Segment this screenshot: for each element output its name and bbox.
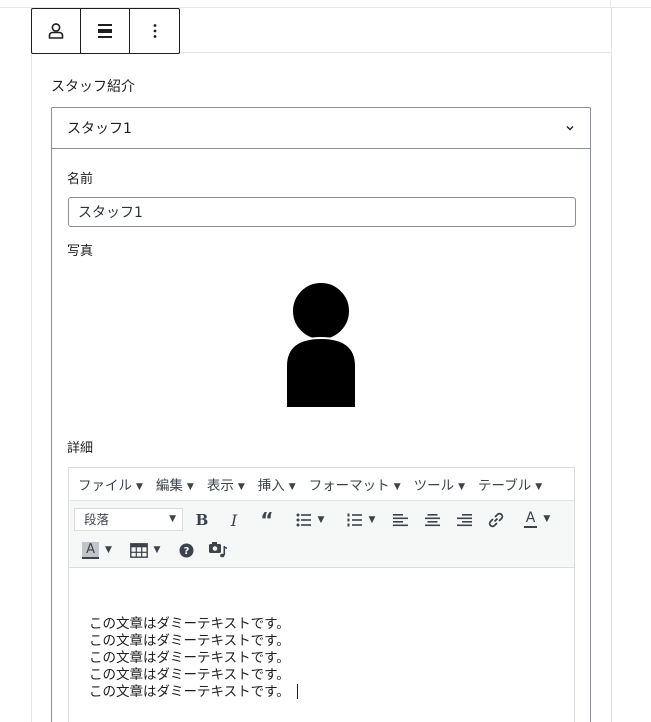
menu-label: 編集 [155, 478, 183, 494]
name-label: 名前 [67, 172, 94, 187]
menu-table[interactable]: テーブル ▼ [478, 474, 542, 494]
section-title: スタッフ紹介 [51, 79, 135, 95]
menu-format[interactable]: フォーマット ▼ [309, 474, 401, 494]
align-left-icon [392, 514, 408, 527]
editor-toolbar: 段落 ▼ B I “ ▼ ▼ A ▼ A ▼ ▼ ? [69, 501, 574, 568]
help-button[interactable]: ? [177, 539, 195, 561]
italic-button[interactable]: I [225, 509, 243, 531]
caret-down-icon: ▼ [288, 482, 296, 492]
link-icon [488, 512, 504, 528]
content-line: この文章はダミーテキストです。 [89, 616, 290, 632]
text-color-button[interactable]: A ▼ [517, 508, 557, 530]
align-right-button[interactable] [455, 509, 473, 531]
format-select-value: 段落 [84, 512, 110, 527]
format-select[interactable]: 段落 ▼ [74, 508, 183, 531]
insert-link-button[interactable] [486, 509, 506, 531]
accordion-header[interactable]: スタッフ1 [52, 108, 590, 149]
caret-down-icon: ▼ [368, 515, 376, 525]
editor-content[interactable]: この文章はダミーテキストです。 この文章はダミーテキストです。 この文章はダミー… [89, 616, 298, 701]
menu-label: 表示 [206, 478, 234, 494]
photo-label: 写真 [67, 244, 94, 259]
more-vertical-icon [153, 24, 156, 38]
menu-label: ファイル [78, 478, 132, 494]
accordion-title: スタッフ1 [67, 121, 132, 137]
caret-down-icon: ▼ [458, 482, 466, 492]
numbered-list-icon [347, 513, 362, 527]
italic-icon: I [230, 510, 238, 530]
align-center-icon [424, 514, 440, 527]
menu-label: ツール [413, 478, 455, 494]
content-line: この文章はダミーテキストです。 [89, 684, 290, 700]
menu-edit[interactable]: 編集 ▼ [156, 474, 194, 494]
text-color-icon: A [523, 509, 538, 528]
detail-label: 詳細 [67, 441, 94, 456]
editor-menubar: ファイル ▼ 編集 ▼ 表示 ▼ 挿入 ▼ フォーマット ▼ ツール ▼ テーブル ▼ [69, 468, 574, 501]
align-left-button[interactable] [391, 509, 409, 531]
caret-down-icon: ▼ [543, 514, 551, 524]
caret-down-icon: ▼ [535, 482, 543, 492]
text-cursor [296, 684, 298, 699]
content-line: この文章はダミーテキストです。 [89, 667, 290, 683]
caret-down-icon: ▼ [237, 482, 245, 492]
bullet-list-icon [296, 513, 311, 527]
name-input[interactable] [68, 197, 576, 227]
caret-down-icon: ▼ [104, 545, 112, 555]
menu-label: フォーマット [308, 478, 390, 494]
menu-label: テーブル [478, 478, 532, 494]
table-icon [129, 542, 148, 558]
align-center-button[interactable] [423, 509, 441, 531]
rich-text-editor: ファイル ▼ 編集 ▼ 表示 ▼ 挿入 ▼ フォーマット ▼ ツール ▼ テーブル ▼ 段落 … [68, 467, 575, 722]
quote-icon: “ [260, 508, 274, 532]
blockquote-button[interactable]: “ [257, 508, 277, 532]
chevron-down-icon [566, 126, 574, 131]
background-color-button[interactable]: A ▼ [77, 539, 117, 561]
table-button[interactable]: ▼ [127, 539, 163, 561]
camera-music-icon [209, 542, 227, 558]
svg-text:?: ? [183, 546, 189, 557]
block-type-button[interactable] [32, 9, 81, 53]
person-icon [48, 23, 64, 39]
caret-down-icon: ▼ [393, 482, 401, 492]
caret-down-icon: ▼ [186, 482, 194, 492]
bold-button[interactable]: B [193, 509, 211, 531]
content-line-last: この文章はダミーテキストです。 [89, 684, 298, 701]
media-button[interactable] [207, 539, 229, 561]
content-line: この文章はダミーテキストです。 [89, 650, 290, 666]
menu-label: 挿入 [257, 478, 285, 494]
numbered-list-button[interactable]: ▼ [341, 509, 381, 531]
align-right-icon [456, 514, 472, 527]
menu-insert[interactable]: 挿入 ▼ [258, 474, 296, 494]
menu-file[interactable]: ファイル ▼ [78, 474, 143, 494]
caret-down-icon: ▼ [153, 545, 161, 555]
menu-view[interactable]: 表示 ▼ [207, 474, 245, 494]
align-icon [98, 24, 112, 38]
bold-icon: B [195, 511, 209, 529]
caret-down-icon: ▼ [169, 514, 176, 524]
person-photo-icon[interactable] [285, 282, 357, 410]
help-icon: ? [179, 543, 193, 557]
bullet-list-button[interactable]: ▼ [290, 509, 330, 531]
background-color-icon: A [82, 541, 99, 559]
options-button[interactable] [130, 9, 179, 53]
caret-down-icon: ▼ [317, 515, 325, 525]
canvas-top-edge [0, 0, 651, 8]
caret-down-icon: ▼ [136, 482, 143, 492]
menu-tools[interactable]: ツール ▼ [414, 474, 465, 494]
content-line: この文章はダミーテキストです。 [89, 633, 290, 649]
align-button[interactable] [81, 9, 130, 53]
block-toolbar [31, 8, 180, 54]
